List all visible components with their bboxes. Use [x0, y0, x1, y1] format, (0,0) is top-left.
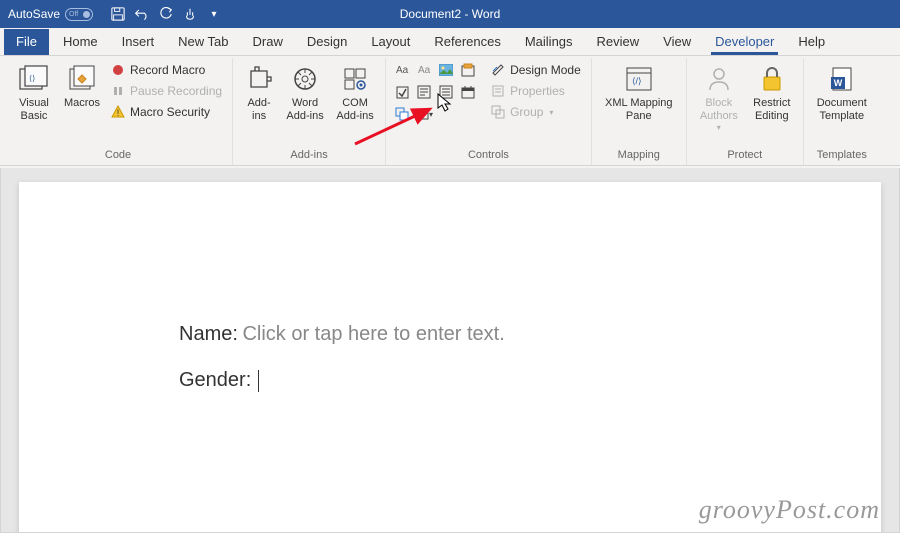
group-mapping-label: Mapping	[598, 146, 680, 165]
tab-developer[interactable]: Developer	[703, 29, 786, 55]
addins-icon	[242, 63, 276, 95]
group-controls: Aa Aa ▾ Design Mode Properties Group▾	[386, 58, 592, 165]
document-template-icon: W	[825, 63, 859, 95]
warning-icon: !	[110, 104, 126, 120]
svg-text:⟨⟩: ⟨⟩	[29, 74, 35, 83]
touch-mode-icon[interactable]	[179, 3, 201, 25]
com-addins-button[interactable]: COM Add-ins	[331, 60, 379, 123]
addins-button[interactable]: Add- ins	[239, 60, 279, 123]
pause-icon	[110, 83, 126, 99]
undo-icon[interactable]	[131, 3, 153, 25]
document-stage: Name: Click or tap here to enter text. G…	[0, 168, 900, 533]
restrict-editing-icon	[755, 63, 789, 95]
group-templates-label: Templates	[810, 146, 874, 165]
block-authors-icon	[702, 63, 736, 95]
design-mode-button[interactable]: Design Mode	[486, 60, 585, 80]
word-addins-button[interactable]: Word Add-ins	[281, 60, 329, 123]
name-field-line: Name: Click or tap here to enter text.	[179, 322, 881, 346]
group-protect-label: Protect	[693, 146, 797, 165]
tab-view[interactable]: View	[651, 29, 703, 55]
macros-button[interactable]: Macros	[60, 60, 104, 123]
watermark: groovyPost.com	[699, 495, 880, 525]
building-block-control-icon[interactable]	[458, 60, 478, 80]
visual-basic-icon: ⟨⟩	[17, 63, 51, 95]
dropdown-list-control-icon[interactable]	[436, 82, 456, 102]
svg-text:W: W	[834, 78, 843, 88]
text-cursor	[258, 370, 259, 392]
visual-basic-button[interactable]: ⟨⟩ Visual Basic	[10, 60, 58, 123]
tab-layout[interactable]: Layout	[359, 29, 422, 55]
pause-recording-button: Pause Recording	[106, 81, 226, 101]
redo-icon[interactable]	[155, 3, 177, 25]
macros-icon	[65, 63, 99, 95]
document-template-button[interactable]: W Document Template	[810, 60, 874, 123]
group-addins-label: Add-ins	[239, 146, 379, 165]
record-icon	[110, 62, 126, 78]
customize-qat-icon[interactable]: ▾	[203, 3, 225, 25]
picture-control-icon[interactable]	[436, 60, 456, 80]
group-code-label: Code	[10, 146, 226, 165]
gender-label: Gender:	[179, 369, 251, 391]
tab-design[interactable]: Design	[295, 29, 359, 55]
group-addins: Add- ins Word Add-ins COM Add-ins Add-in…	[233, 58, 386, 165]
autosave-label: AutoSave	[8, 7, 60, 21]
autosave-toggle[interactable]: Off	[65, 8, 93, 21]
restrict-editing-button[interactable]: Restrict Editing	[747, 60, 797, 133]
word-addins-icon	[288, 63, 322, 95]
tab-file[interactable]: File	[4, 29, 49, 55]
properties-button: Properties	[486, 81, 585, 101]
quick-access-toolbar: ▾	[101, 3, 231, 25]
plain-text-control-icon[interactable]: Aa	[414, 60, 434, 80]
tab-review[interactable]: Review	[585, 29, 652, 55]
block-authors-button: Block Authors▾	[693, 60, 745, 133]
record-macro-button[interactable]: Record Macro	[106, 60, 226, 80]
tab-newtab[interactable]: New Tab	[166, 29, 240, 55]
document-page[interactable]: Name: Click or tap here to enter text. G…	[19, 182, 881, 533]
group-protect: Block Authors▾ Restrict Editing Protect	[687, 58, 804, 165]
group-button: Group▾	[486, 102, 585, 122]
svg-text:!: !	[117, 108, 120, 118]
tab-insert[interactable]: Insert	[110, 29, 167, 55]
legacy-tools-icon[interactable]: ▾	[414, 104, 434, 124]
group-code: ⟨⟩ Visual Basic Macros Record Macro Paus…	[4, 58, 233, 165]
name-label: Name:	[179, 323, 238, 345]
macro-security-button[interactable]: !Macro Security	[106, 102, 226, 122]
combobox-control-icon[interactable]	[414, 82, 434, 102]
ribbon: ⟨⟩ Visual Basic Macros Record Macro Paus…	[0, 56, 900, 166]
tab-draw[interactable]: Draw	[241, 29, 295, 55]
tab-help[interactable]: Help	[786, 29, 837, 55]
properties-icon	[490, 83, 506, 99]
repeating-section-control-icon[interactable]	[392, 104, 412, 124]
name-content-control[interactable]: Click or tap here to enter text.	[242, 323, 504, 345]
save-icon[interactable]	[107, 3, 129, 25]
group-templates: W Document Template Templates	[804, 58, 880, 165]
document-title: Document2 - Word	[400, 7, 500, 21]
svg-text:⟨/⟩: ⟨/⟩	[632, 76, 642, 86]
title-bar: AutoSave Off ▾ Document2 - Word	[0, 0, 900, 28]
rich-text-control-icon[interactable]: Aa	[392, 60, 412, 80]
group-icon	[490, 104, 506, 120]
gender-field-line: Gender:	[179, 368, 881, 392]
com-addins-icon	[338, 63, 372, 95]
tab-home[interactable]: Home	[51, 29, 110, 55]
group-controls-label: Controls	[392, 146, 585, 165]
tab-mailings[interactable]: Mailings	[513, 29, 585, 55]
tab-references[interactable]: References	[422, 29, 512, 55]
date-picker-control-icon[interactable]	[458, 82, 478, 102]
xml-mapping-icon: ⟨/⟩	[622, 63, 656, 95]
design-mode-icon	[490, 62, 506, 78]
checkbox-control-icon[interactable]	[392, 82, 412, 102]
xml-mapping-button[interactable]: ⟨/⟩ XML Mapping Pane	[598, 60, 680, 123]
group-mapping: ⟨/⟩ XML Mapping Pane Mapping	[592, 58, 687, 165]
ribbon-tabs: File Home Insert New Tab Draw Design Lay…	[0, 28, 900, 56]
